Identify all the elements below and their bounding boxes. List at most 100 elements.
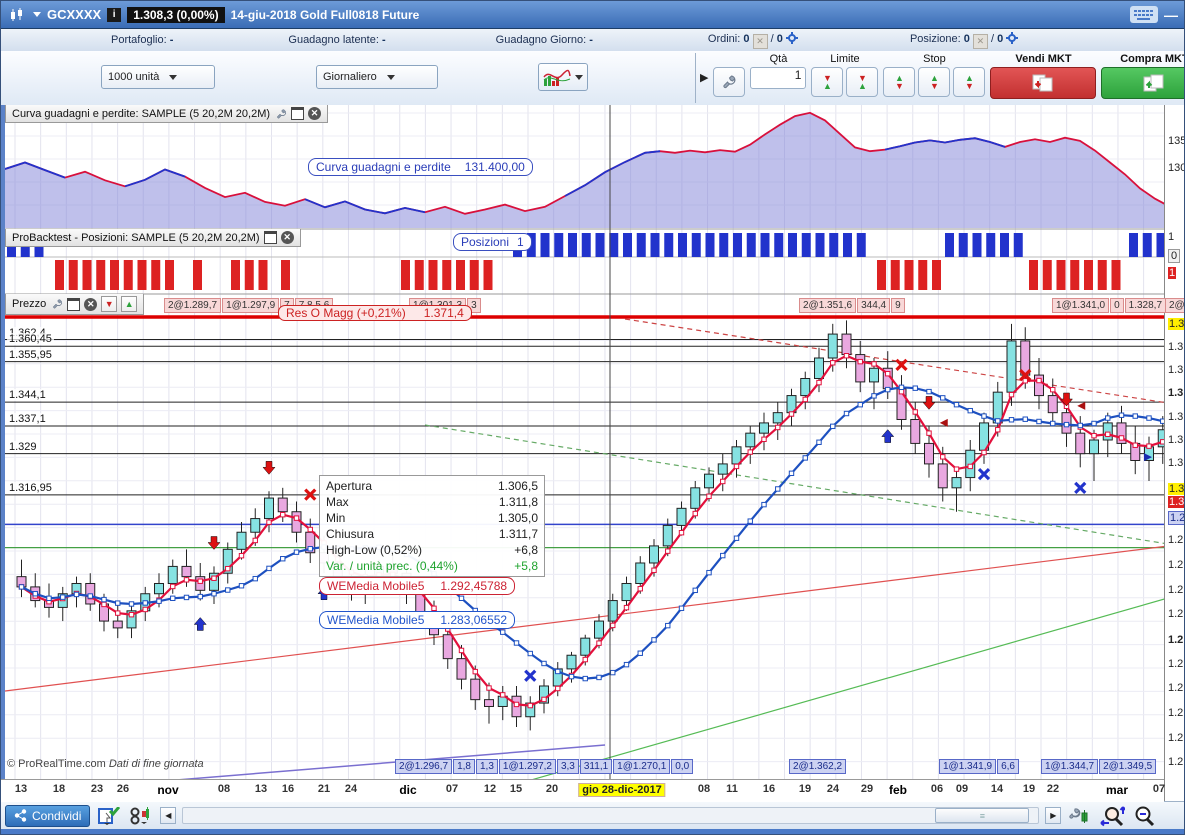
zoom-out-icon[interactable] [1131,805,1157,827]
window-icon[interactable] [291,107,305,120]
axis-price-label: 1.2 [1168,732,1184,744]
limit-sell-order-button[interactable]: ▼ ▲ [846,67,879,97]
trade-entry-label: 2@1.351,6 [799,298,857,313]
positions-field: Posizione: 0 ✕ / 0 [910,31,1020,49]
resistance-label[interactable]: Res O Magg (+0,21%) 1.371,4 [278,305,472,321]
stop-trailing-order-button[interactable]: ▲ ▼ [953,67,986,97]
close-icon[interactable]: ✕ [84,297,98,311]
axis-price-label: 1.3 [1168,434,1184,446]
trade-entry-label: 2@1.3 [1165,298,1184,313]
time-axis-tick: 13 [14,783,28,795]
time-axis-tick: 24 [826,783,840,795]
day-gain-field: Guadagno Giorno: - [495,34,593,46]
window-icon[interactable] [263,231,277,244]
scrollbar-thumb[interactable]: ≡ [935,808,1030,823]
time-axis-tick: 11 [726,783,738,795]
copyright-note: © ProRealTime.com Dati di fine giornata [7,758,204,770]
trade-exit-label: 1@1.341,9 [939,759,997,774]
qty-group: Qtà 1 [750,53,807,89]
candlestick-icon [11,7,22,21]
scroll-right-arrow[interactable]: ▶ [1045,807,1062,824]
orders-cancel-icon[interactable]: ✕ [752,33,768,49]
equity-curve-label[interactable]: Curva guadagni e perdite 131.400,00 [308,158,533,176]
symbol-dropdown-caret[interactable] [33,12,41,17]
stop-sell-order-button[interactable]: ▲ ▼ [918,67,951,97]
time-axis-tick: 15 [509,783,523,795]
panel-collapse-arrow[interactable]: ▶ [700,71,708,84]
close-icon[interactable]: ✕ [280,231,294,244]
price-panel-header[interactable]: Prezzo ✕ ▼ ▲ [5,294,145,315]
time-axis-tick: mar [1105,783,1129,797]
orders-gear-icon[interactable] [785,31,800,44]
buy-market-icon [1143,74,1164,92]
horizontal-scrollbar[interactable]: ≡ [182,807,1040,824]
axis-price-label: 1.2 [1168,658,1184,670]
timeframe-select[interactable]: Giornaliero [316,65,438,89]
trade-entry-label: 1@1.341,0 0 1.328,7 [1052,298,1167,313]
close-icon[interactable]: ✕ [308,107,322,120]
scroll-left-arrow[interactable]: ◀ [160,807,177,824]
positions-gear-icon[interactable] [1006,31,1020,44]
title-bar: GCXXXX i 1.308,3 (0,00%) 14-giu-2018 Gol… [1,1,1184,29]
window-icon[interactable] [67,297,81,311]
units-select[interactable]: 1000 unità [101,65,215,89]
limit-buy-order-button[interactable]: ▼ ▲ [811,67,844,97]
qty-input[interactable]: 1 [750,67,807,89]
keyboard-icon[interactable] [1130,6,1158,23]
order-settings-wrench-icon[interactable] [713,67,746,97]
minimize-button[interactable]: — [1164,7,1178,23]
price-level-label: 1.360,45 [7,333,54,346]
time-axis-tick: 16 [281,783,295,795]
sell-market-button[interactable] [990,67,1097,99]
chart-canvas[interactable] [5,105,1168,801]
indicator-label: WEMedia Mobile5 1.283,06552 [319,611,516,629]
time-axis-tick: 20 [545,783,559,795]
trade-entry-label: 1@1.341,0 [1052,298,1110,313]
sell-arrow-icon[interactable]: ▼ [101,296,118,312]
zoom-tool-icon[interactable] [1099,805,1126,827]
axis-price-label: 0 [1168,249,1181,263]
trade-exit-label: 1@1.344,7 [1041,759,1099,774]
link-windows-icon[interactable] [128,805,154,827]
positions-count-label[interactable]: Posizioni 1 [453,233,532,251]
axis-price-label: 1 [1168,267,1177,279]
trade-exit-label: 3,3 [556,759,579,774]
positions-panel-header[interactable]: ProBacktest - Posizioni: SAMPLE (5 20,2M… [5,229,301,247]
time-axis-tick: 14 [990,783,1004,795]
wrench-icon[interactable] [50,298,63,311]
axis-price-label: 1.3 [1168,496,1185,508]
trade-exit-label: 6,6 [997,759,1019,774]
wrench-icon[interactable] [274,107,287,120]
limit-group: Limite ▼ ▲ ▼ ▲ [811,53,879,97]
axis-price-label: 1.2 [1168,511,1184,525]
chart-settings-wrench-icon[interactable] [1067,805,1093,827]
time-axis[interactable]: 13 18 23 26 nov 08 13 16 21 24 dic 07 12 15 20 gio 28-d… [1,779,1166,802]
screenshot-tool-icon[interactable] [96,805,122,827]
buy-arrow-icon[interactable]: ▲ [121,296,138,312]
time-axis-tick: 16 [762,783,776,795]
time-axis-tick: 08 [697,783,711,795]
portfolio-field: Portafoglio: - [111,34,174,46]
trade-exit-label: 1@1.297,2 [498,759,556,774]
trade-exit-label: 2@1.362,2 [789,759,847,774]
sell-market-icon [1032,74,1053,92]
axis-price-label: 1.2 [1168,707,1184,719]
info-icon[interactable]: i [107,7,122,22]
trading-window: GCXXXX i 1.308,3 (0,00%) 14-giu-2018 Gol… [0,0,1185,835]
price-level-label: 1.355,95 [7,348,54,361]
right-price-axis[interactable]: 135 130 1 0 1 1.3 1.3 1.3 1.3 1.3 1.3 1.3 1.3 1.3 1.2 1… [1164,105,1185,801]
axis-price-label: 1.3 [1168,341,1184,353]
chart-type-button[interactable] [538,63,588,91]
trade-exit-label: 2@1.362,2 [789,759,847,774]
time-axis-tick: 07 [1152,783,1166,795]
stop-buy-order-button[interactable]: ▲ ▼ [883,67,916,97]
order-panel: ▶ Qtà 1 Limite ▼ ▲ ▼ ▲ Stop ▲ ▼ ▲ ▼ ▲ ▼ … [695,53,1184,103]
time-axis-tick: 06 [930,783,944,795]
buy-market-button[interactable] [1101,67,1184,99]
trade-entry-label: 2@1.351,6 344,4 9 [799,298,906,313]
share-button[interactable]: Condividi [5,804,91,827]
positions-close-icon[interactable]: ✕ [972,33,988,49]
axis-price-label: 1.2 [1168,534,1184,546]
bottom-bar: Condividi ◀ ≡ ▶ [1,801,1184,829]
equity-panel-header[interactable]: Curva guadagni e perdite: SAMPLE (5 20,2… [5,105,329,123]
